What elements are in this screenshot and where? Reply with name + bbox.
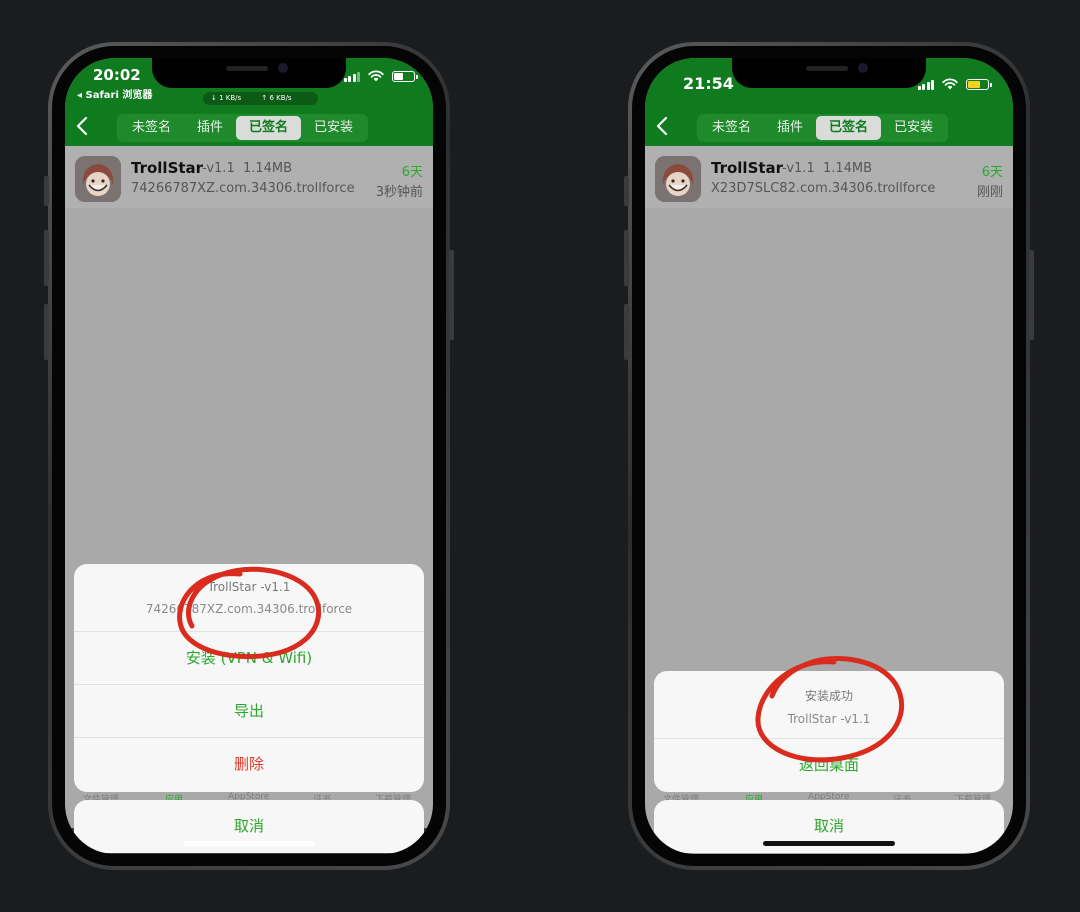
back-to-app-link[interactable]: ◂ Safari 浏览器 xyxy=(77,86,152,101)
screen-left: 20:02 ◂ Safari 浏览器 ↓ 1 KB/s ↑ 6 KB/s 未签名… xyxy=(65,58,433,854)
app-days-remaining: 6天 xyxy=(401,165,423,180)
sheet-title: TrollStar -v1.1 xyxy=(207,580,291,594)
wifi-icon xyxy=(942,78,958,90)
tab-plugins[interactable]: 插件 xyxy=(764,116,816,140)
tab-unsigned[interactable]: 未签名 xyxy=(699,116,764,140)
action-sheet: TrollStar -v1.1 74266787XZ.com.34306.tro… xyxy=(74,564,424,792)
cellular-signal-icon xyxy=(917,79,934,90)
back-chevron-icon[interactable] xyxy=(651,114,675,138)
network-speed-indicator: ↓ 1 KB/s ↑ 6 KB/s xyxy=(203,92,318,105)
tab-installed[interactable]: 已安装 xyxy=(881,116,946,140)
sheet-subtitle: 74266787XZ.com.34306.trollforce xyxy=(145,602,353,616)
app-name: TrollStar xyxy=(131,159,204,177)
tab-segment-control: 未签名 插件 已签名 已安装 xyxy=(117,114,369,142)
phone-frame-left: 20:02 ◂ Safari 浏览器 ↓ 1 KB/s ↑ 6 KB/s 未签名… xyxy=(44,42,454,870)
tab-plugins[interactable]: 插件 xyxy=(184,116,236,140)
trollstar-app-icon xyxy=(75,156,121,202)
tab-unsigned[interactable]: 未签名 xyxy=(119,116,184,140)
app-bundle-id: 74266787XZ.com.34306.trollforce xyxy=(131,181,355,196)
status-time: 20:02 xyxy=(93,66,141,84)
home-indicator[interactable] xyxy=(763,841,895,846)
app-days-remaining: 6天 xyxy=(981,165,1003,180)
export-button[interactable]: 导出 xyxy=(74,684,424,737)
tab-signed[interactable]: 已签名 xyxy=(236,116,302,140)
trollstar-app-icon xyxy=(655,156,701,202)
wifi-icon xyxy=(368,70,384,82)
app-name: TrollStar xyxy=(711,159,784,177)
download-speed: ↓ 1 KB/s xyxy=(211,94,242,102)
battery-icon xyxy=(966,78,992,90)
tab-signed[interactable]: 已签名 xyxy=(816,116,882,140)
app-version-size: -v1.1 1.14MB xyxy=(782,161,873,176)
app-bundle-id: X23D7SLC82.com.34306.trollforce xyxy=(711,181,936,196)
tab-installed[interactable]: 已安装 xyxy=(301,116,366,140)
status-time: 21:54 xyxy=(683,74,734,93)
app-version-size: -v1.1 1.14MB xyxy=(202,161,293,176)
app-signed-time: 刚刚 xyxy=(976,185,1003,200)
back-chevron-icon[interactable] xyxy=(71,114,95,138)
home-indicator[interactable] xyxy=(183,841,315,846)
cellular-signal-icon xyxy=(343,71,360,82)
sheet-subtitle: TrollStar -v1.1 xyxy=(787,712,871,726)
upload-speed: ↑ 6 KB/s xyxy=(261,94,292,102)
app-signed-time: 3秒钟前 xyxy=(375,185,423,200)
notch xyxy=(732,58,926,88)
success-dialog: 安装成功 TrollStar -v1.1 返回桌面 xyxy=(654,671,1004,792)
tab-segment-control: 未签名 插件 已签名 已安装 xyxy=(697,114,949,142)
battery-icon xyxy=(392,70,418,82)
screen-right: 21:54 未签名 插件 已签名 已安装 TrollStar -v1.1 1.1… xyxy=(645,58,1013,854)
sheet-title: 安装成功 xyxy=(804,689,853,703)
notch xyxy=(152,58,346,88)
install-button[interactable]: 安装 (VPN & Wifi) xyxy=(74,631,424,684)
delete-button[interactable]: 删除 xyxy=(74,737,424,790)
list-item[interactable]: TrollStar -v1.1 1.14MB 74266787XZ.com.34… xyxy=(65,146,433,208)
phone-frame-right: 21:54 未签名 插件 已签名 已安装 TrollStar -v1.1 1.1… xyxy=(624,42,1034,870)
list-item[interactable]: TrollStar -v1.1 1.14MB X23D7SLC82.com.34… xyxy=(645,146,1013,208)
return-home-button[interactable]: 返回桌面 xyxy=(654,738,1004,791)
